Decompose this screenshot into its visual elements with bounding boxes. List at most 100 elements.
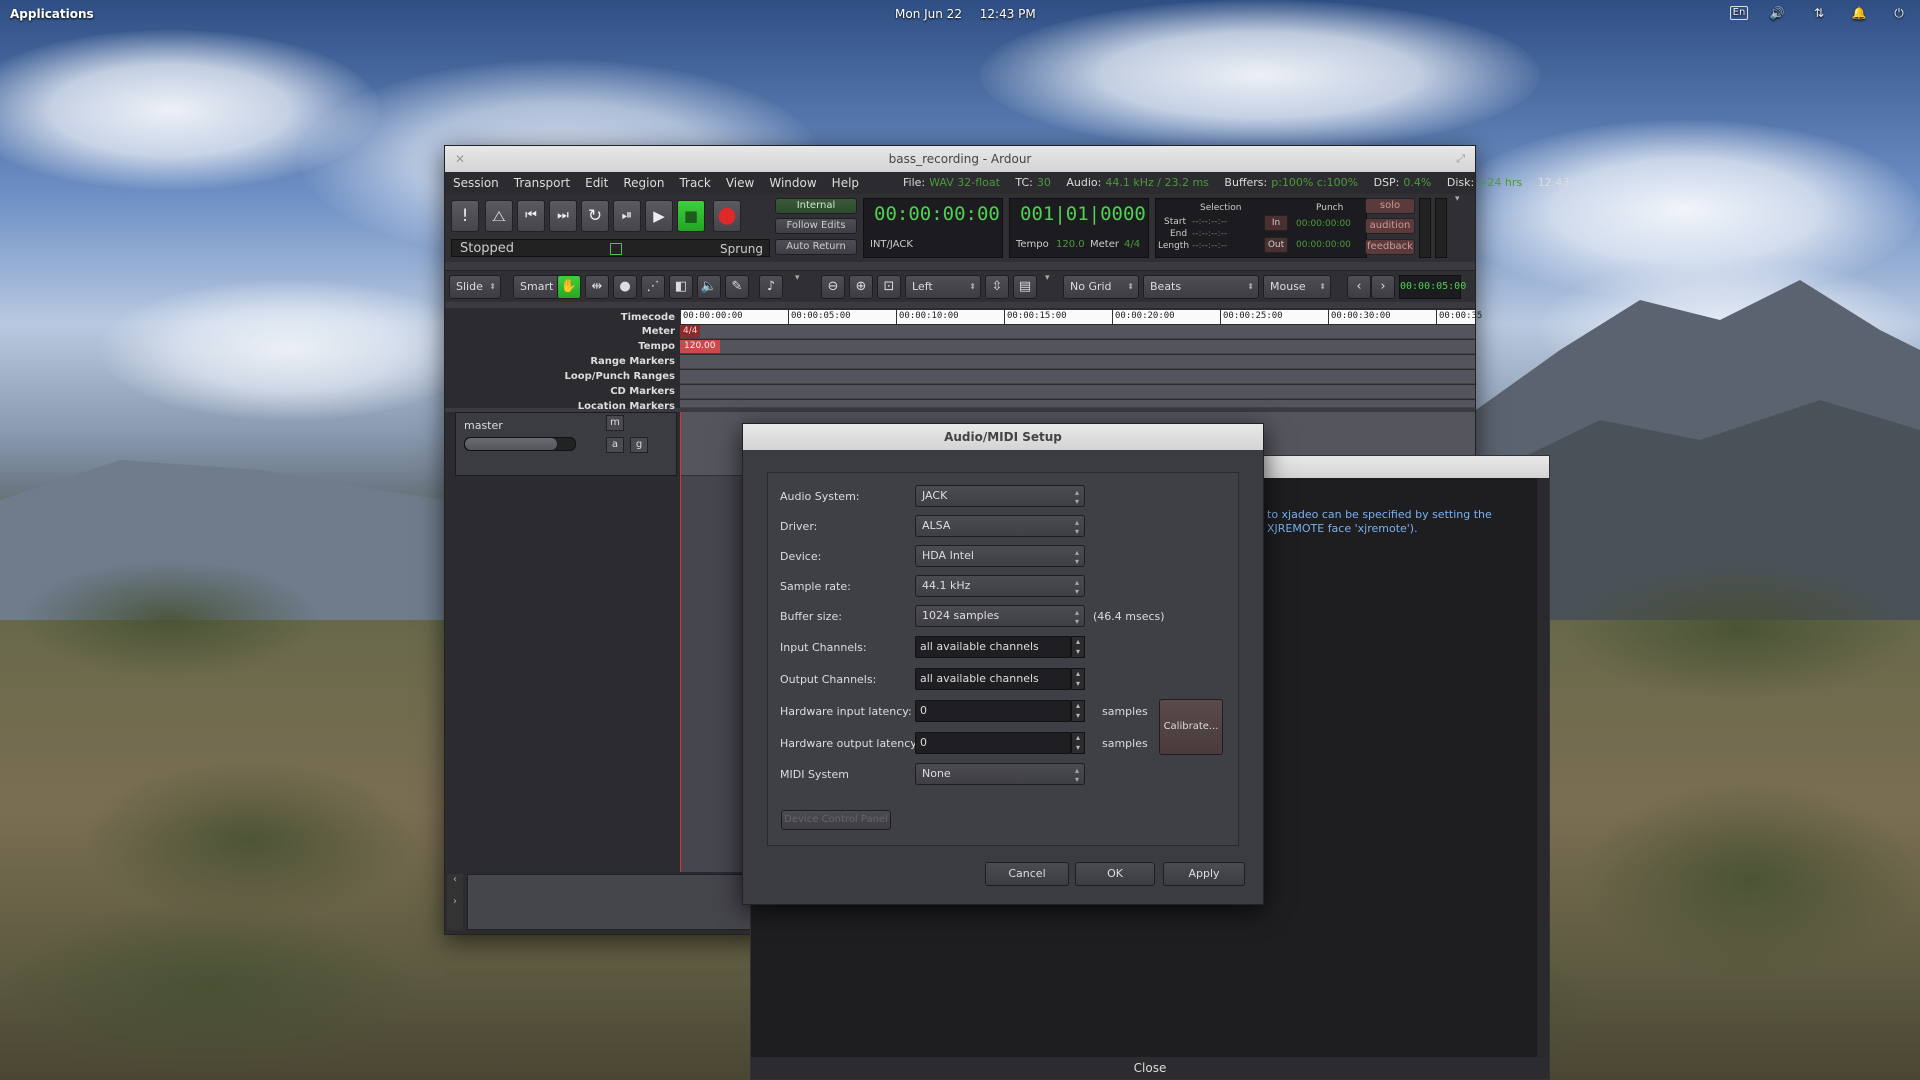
midi-system-select[interactable]: None ▴ ▾: [915, 763, 1085, 785]
shuttle-checkbox[interactable]: [610, 243, 622, 255]
close-icon[interactable]: ✕: [455, 146, 465, 172]
grid-mode-select[interactable]: Beats ⬍: [1143, 275, 1259, 299]
calibrate-button[interactable]: Calibrate...: [1159, 699, 1223, 755]
driver-select[interactable]: ALSA ▴ ▾: [915, 515, 1085, 537]
punch-out-button[interactable]: Out: [1264, 237, 1288, 253]
draw-tool-icon[interactable]: ✎: [725, 275, 749, 299]
tempo-marker[interactable]: 120.00: [680, 340, 720, 353]
menu-edit[interactable]: Edit: [585, 176, 608, 190]
hw-input-latency-stepper[interactable]: ▴ ▾: [1071, 700, 1085, 722]
panel-clock[interactable]: Mon Jun 22 12:43 PM: [895, 7, 1050, 21]
volume-icon[interactable]: 🔊: [1768, 6, 1786, 22]
applications-menu[interactable]: Applications: [10, 7, 94, 21]
menu-window[interactable]: Window: [769, 176, 816, 190]
nudge-backward-icon[interactable]: ‹: [1347, 275, 1371, 299]
nudge-clock[interactable]: 00:00:05:00: [1399, 275, 1466, 299]
zoom-out-icon[interactable]: ⊖: [821, 275, 845, 299]
audition-button[interactable]: audition: [1365, 218, 1415, 234]
location-markers-ruler[interactable]: [680, 400, 1475, 408]
buffer-size-select[interactable]: 1024 samples ▴ ▾: [915, 605, 1085, 627]
error-log-button[interactable]: !: [451, 200, 479, 232]
goto-end-button[interactable]: ⏭: [549, 200, 577, 232]
input-channels-stepper[interactable]: ▴ ▾: [1071, 636, 1085, 658]
shuttle-mode[interactable]: Sprung: [720, 242, 763, 256]
punch-out-clock[interactable]: 00:00:00:00: [1296, 240, 1351, 250]
edit-mode-select[interactable]: Slide ⬍: [449, 275, 501, 299]
internal-sync-button[interactable]: Internal: [775, 198, 857, 214]
hw-output-latency-field[interactable]: 0: [915, 732, 1071, 754]
device-select[interactable]: HDA Intel ▴ ▾: [915, 545, 1085, 567]
power-icon[interactable]: ⏻: [1890, 6, 1908, 22]
meter-ruler[interactable]: 4/4: [680, 325, 1475, 339]
goto-start-button[interactable]: ⏮: [517, 200, 545, 232]
play-button[interactable]: ▶: [645, 200, 673, 232]
punch-in-button[interactable]: In: [1264, 215, 1288, 231]
mute-button[interactable]: m: [606, 415, 624, 431]
log-scrollbar[interactable]: [1537, 478, 1549, 1058]
playhead[interactable]: [680, 412, 681, 872]
range-markers-ruler[interactable]: [680, 355, 1475, 369]
hw-output-latency-stepper[interactable]: ▴ ▾: [1071, 732, 1085, 754]
primary-clock[interactable]: 00:00:00:00 INT/JACK: [863, 198, 1003, 258]
scroll-left-icon[interactable]: ‹ ›: [447, 874, 463, 930]
ok-button[interactable]: OK: [1075, 862, 1155, 886]
chevron-down-icon[interactable]: ▾: [795, 273, 800, 283]
stop-button[interactable]: ■: [677, 200, 705, 232]
play-selection-button[interactable]: ⏯: [613, 200, 641, 232]
sel-end-clock[interactable]: --:--:--:--: [1192, 229, 1227, 239]
record-button[interactable]: ●: [713, 200, 741, 232]
device-control-panel-button[interactable]: Device Control Panel: [781, 810, 891, 830]
secondary-clock[interactable]: 001|01|0000 Tempo 120.0 Meter 4/4: [1009, 198, 1149, 258]
audio-system-select[interactable]: JACK ▴ ▾: [915, 485, 1085, 507]
cancel-button[interactable]: Cancel: [985, 862, 1069, 886]
menu-track[interactable]: Track: [679, 176, 710, 190]
grab-tool-icon[interactable]: ✋: [557, 275, 581, 299]
master-gain-slider[interactable]: [464, 437, 576, 451]
network-icon[interactable]: ⇅: [1810, 6, 1828, 22]
chevron-down-icon[interactable]: ▾: [1455, 194, 1460, 204]
timecode-ruler[interactable]: 00:00:00:00 00:00:05:00 00:00:10:00 00:0…: [680, 310, 1482, 324]
visible-tracks-icon[interactable]: ▤: [1013, 275, 1037, 299]
auto-return-button[interactable]: Auto Return: [775, 239, 857, 255]
group-button[interactable]: g: [630, 437, 648, 453]
shrink-tracks-icon[interactable]: ⇳: [985, 275, 1009, 299]
feedback-button[interactable]: feedback: [1365, 239, 1415, 255]
master-track-header[interactable]: master m a g: [455, 412, 677, 476]
automation-button[interactable]: a: [606, 437, 624, 453]
maximize-icon[interactable]: ⤢: [1456, 146, 1465, 172]
nudge-forward-icon[interactable]: ›: [1371, 275, 1395, 299]
menu-view[interactable]: View: [726, 176, 754, 190]
grid-type-select[interactable]: No Grid ⬍: [1063, 275, 1139, 299]
follow-edits-button[interactable]: Follow Edits: [775, 218, 857, 234]
zoom-focus-select[interactable]: Left ⬍: [905, 275, 981, 299]
ardour-titlebar[interactable]: ✕ bass_recording - Ardour ⤢: [445, 146, 1475, 172]
smart-mode-button[interactable]: Smart: [513, 275, 561, 299]
internal-edit-icon[interactable]: ♪: [759, 275, 783, 299]
sel-start-clock[interactable]: --:--:--:--: [1192, 217, 1227, 227]
notification-bell-icon[interactable]: 🔔: [1850, 6, 1868, 22]
hw-input-latency-field[interactable]: 0: [915, 700, 1071, 722]
gain-tool-icon[interactable]: ⋰: [641, 275, 665, 299]
output-channels-stepper[interactable]: ▴ ▾: [1071, 668, 1085, 690]
cd-markers-ruler[interactable]: [680, 385, 1475, 399]
stretch-tool-icon[interactable]: ◧: [669, 275, 693, 299]
menu-help[interactable]: Help: [832, 176, 859, 190]
cut-tool-icon[interactable]: ●: [613, 275, 637, 299]
loop-button[interactable]: ↻: [581, 200, 609, 232]
zoom-in-icon[interactable]: ⊕: [849, 275, 873, 299]
sample-rate-select[interactable]: 44.1 kHz ▴ ▾: [915, 575, 1085, 597]
tempo-ruler[interactable]: 120.00: [680, 340, 1475, 354]
punch-in-clock[interactable]: 00:00:00:00: [1296, 219, 1351, 229]
apply-button[interactable]: Apply: [1163, 862, 1245, 886]
solo-button[interactable]: solo: [1365, 198, 1415, 214]
menu-session[interactable]: Session: [453, 176, 499, 190]
sel-length-clock[interactable]: --:--:--:--: [1192, 241, 1227, 251]
dialog-title[interactable]: Audio/MIDI Setup: [743, 424, 1263, 450]
menu-transport[interactable]: Transport: [514, 176, 570, 190]
audition-tool-icon[interactable]: 🔈: [697, 275, 721, 299]
log-close-button[interactable]: Close: [751, 1057, 1549, 1079]
output-channels-field[interactable]: all available channels: [915, 668, 1071, 690]
range-tool-icon[interactable]: ⇹: [585, 275, 609, 299]
metronome-button[interactable]: ⧍: [485, 200, 513, 232]
master-track-name[interactable]: master: [464, 419, 503, 432]
